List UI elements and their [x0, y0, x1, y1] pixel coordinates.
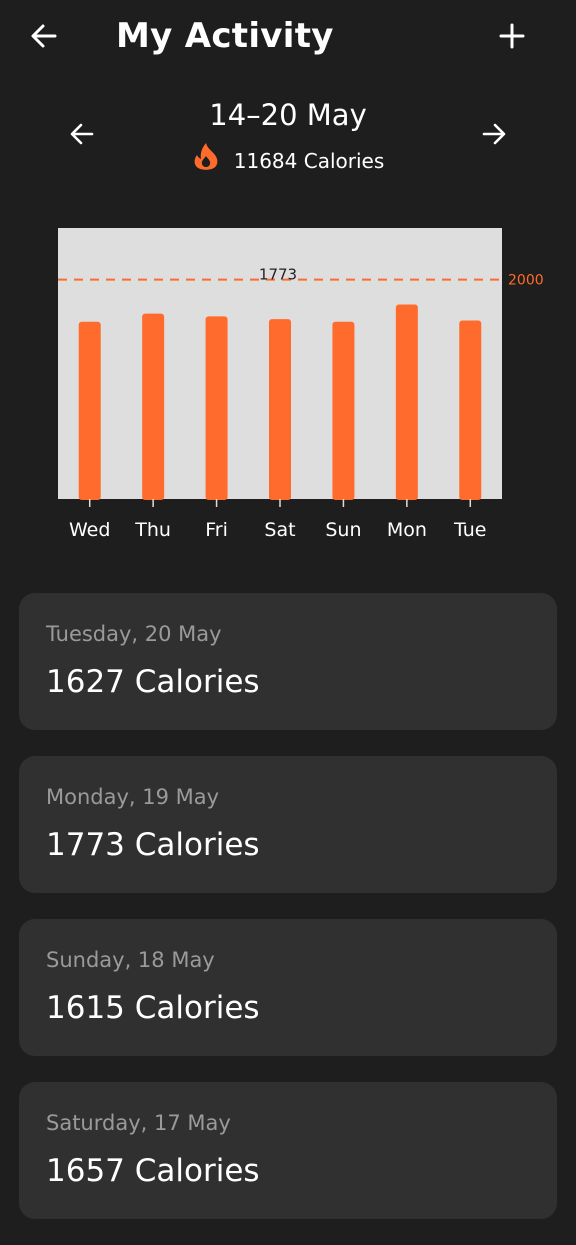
calorie-bar-chart: 2000 Wed Thu Fri Sat Sun Mon Tue 1773 — [58, 228, 544, 541]
bar-tue — [459, 320, 482, 500]
x-tick-label-sun: Sun — [325, 519, 361, 541]
goal-label: 2000 — [508, 273, 544, 289]
bar-sat — [269, 319, 291, 500]
day-card-saturday[interactable]: Saturday, 17 May 1657 Calories — [19, 1082, 557, 1219]
x-tick-label-sat: Sat — [264, 519, 295, 541]
day-card-calories: 1773 Calories — [46, 827, 260, 863]
bar-sun — [332, 321, 355, 500]
day-card-monday[interactable]: Monday, 19 May 1773 Calories — [19, 756, 557, 893]
day-card-calories: 1657 Calories — [46, 1153, 260, 1189]
day-card-tuesday[interactable]: Tuesday, 20 May 1627 Calories — [19, 593, 557, 730]
x-tick-label-thu: Thu — [134, 519, 171, 541]
day-card-sunday[interactable]: Sunday, 18 May 1615 Calories — [19, 919, 557, 1056]
chart-container: 2000 Wed Thu Fri Sat Sun Mon Tue 1773 — [0, 0, 576, 560]
x-tick-label-fri: Fri — [205, 519, 228, 541]
bar-fri — [205, 316, 228, 500]
day-card-date: Sunday, 18 May — [46, 948, 215, 972]
selected-value-label: 1773 — [259, 265, 297, 283]
day-card-calories: 1615 Calories — [46, 990, 260, 1026]
day-card-date: Saturday, 17 May — [46, 1111, 231, 1135]
x-tick-label-wed: Wed — [69, 519, 110, 541]
day-card-date: Tuesday, 20 May — [46, 622, 222, 646]
bar-mon — [395, 304, 418, 500]
day-card-calories: 1627 Calories — [46, 664, 260, 700]
bar-thu — [142, 313, 165, 500]
x-tick-label-mon: Mon — [387, 519, 427, 541]
bar-wed — [78, 321, 101, 500]
day-card-date: Monday, 19 May — [46, 785, 220, 809]
day-list: Tuesday, 20 May 1627 Calories Monday, 19… — [19, 593, 557, 1245]
x-tick-label-tue: Tue — [453, 519, 486, 541]
